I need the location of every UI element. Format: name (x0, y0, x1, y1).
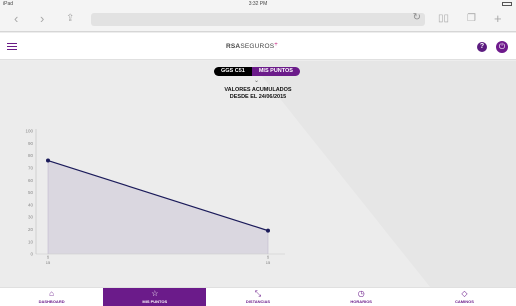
nav-item-mis-puntos[interactable]: ☆ MIS PUNTOS (103, 288, 207, 306)
y-tick-label: 60 (28, 178, 34, 183)
chevron-down-icon[interactable]: ⌄ (254, 77, 259, 84)
y-tick-label: 80 (28, 153, 34, 158)
star-icon: ☆ (151, 289, 159, 298)
address-bar[interactable]: ↻ (91, 12, 425, 26)
nav-item-label: HORARIOS (350, 299, 372, 304)
view-toggle: GGS C51 MIS PUNTOS (214, 67, 300, 76)
toggle-mis-puntos[interactable]: MIS PUNTOS (251, 67, 300, 76)
reload-icon[interactable]: ↻ (413, 12, 421, 23)
power-icon[interactable]: ⏻ (496, 41, 508, 53)
logo-light-text: SEGUROS (240, 43, 275, 50)
clock-label: 3:32 PM (248, 1, 268, 7)
y-tick-label: 10 (28, 239, 34, 244)
y-tick-label: 20 (28, 227, 34, 232)
nav-item-horarios[interactable]: ◷ HORARIOS (310, 288, 413, 306)
nav-item-label: CAMINOS (454, 299, 474, 304)
plus-icon[interactable]: + (494, 10, 502, 28)
clock-icon: ◷ (357, 289, 365, 298)
chart-heading: VALORES ACUMULADOS DESDE EL 24/06/2015 (0, 87, 516, 100)
nav-item-label: DISTANCIAS (245, 299, 271, 304)
share-icon[interactable]: ⇪ (66, 10, 74, 28)
logo-mark: + (274, 42, 278, 48)
home-icon: ⌂ (49, 289, 55, 298)
brand-logo: RSASEGUROS+ (226, 42, 278, 50)
x-tick-label: 15 (46, 260, 51, 265)
tabs-icon[interactable]: ❐ (467, 10, 476, 28)
y-tick-label: 40 (28, 202, 34, 207)
data-point (266, 228, 270, 233)
browser-toolbar: ‹ › ⇪ ↻ ▯▯ ❐ + (0, 8, 516, 32)
x-tick-label: 1 (47, 255, 50, 260)
bottom-nav: ⌂ DASHBOARD ☆ MIS PUNTOS ⤡ DISTANCIAS ◷ HORARIO… (0, 287, 516, 306)
chevron-left-icon[interactable]: ‹ (14, 10, 18, 28)
y-tick-label: 90 (28, 141, 34, 146)
x-tick-label: 15 (266, 260, 271, 265)
y-tick-label: 50 (28, 190, 34, 195)
ios-status-bar: iPad 3:32 PM (0, 0, 516, 8)
nav-item-label: DASHBOARD (38, 299, 65, 304)
menu-icon[interactable] (7, 43, 17, 50)
nav-item-label: MIS PUNTOS (142, 299, 168, 304)
nav-item-distancias[interactable]: ⤡ DISTANCIAS (206, 288, 309, 306)
nav-item-caminos[interactable]: ◇ CAMINOS (413, 288, 516, 306)
nav-item-dashboard[interactable]: ⌂ DASHBOARD (0, 288, 103, 306)
y-tick-label: 0 (30, 252, 33, 257)
data-point (46, 158, 50, 163)
toggle-ggs-c51[interactable]: GGS C51 (214, 67, 252, 76)
y-tick-label: 70 (28, 166, 34, 171)
distance-icon: ⤡ (254, 289, 262, 298)
road-sign-icon: ◇ (461, 289, 468, 298)
app-header: RSASEGUROS+ ? ⏻ (0, 33, 516, 60)
chart-heading-line2: DESDE EL 24/06/2015 (229, 93, 287, 100)
book-icon[interactable]: ▯▯ (438, 10, 449, 28)
main-content: 0 10 20 30 40 50 60 70 80 90 100 1 15 1 15 GGS C51 MIS… (0, 61, 516, 287)
logo-bold-text: RSA (226, 43, 241, 50)
y-tick-label: 100 (25, 129, 33, 134)
chevron-right-icon[interactable]: › (40, 10, 44, 28)
x-tick-label: 1 (267, 255, 270, 260)
battery-icon (502, 2, 512, 6)
y-tick-label: 30 (28, 215, 34, 220)
series-area (48, 160, 268, 254)
help-button[interactable]: ? (477, 42, 487, 52)
